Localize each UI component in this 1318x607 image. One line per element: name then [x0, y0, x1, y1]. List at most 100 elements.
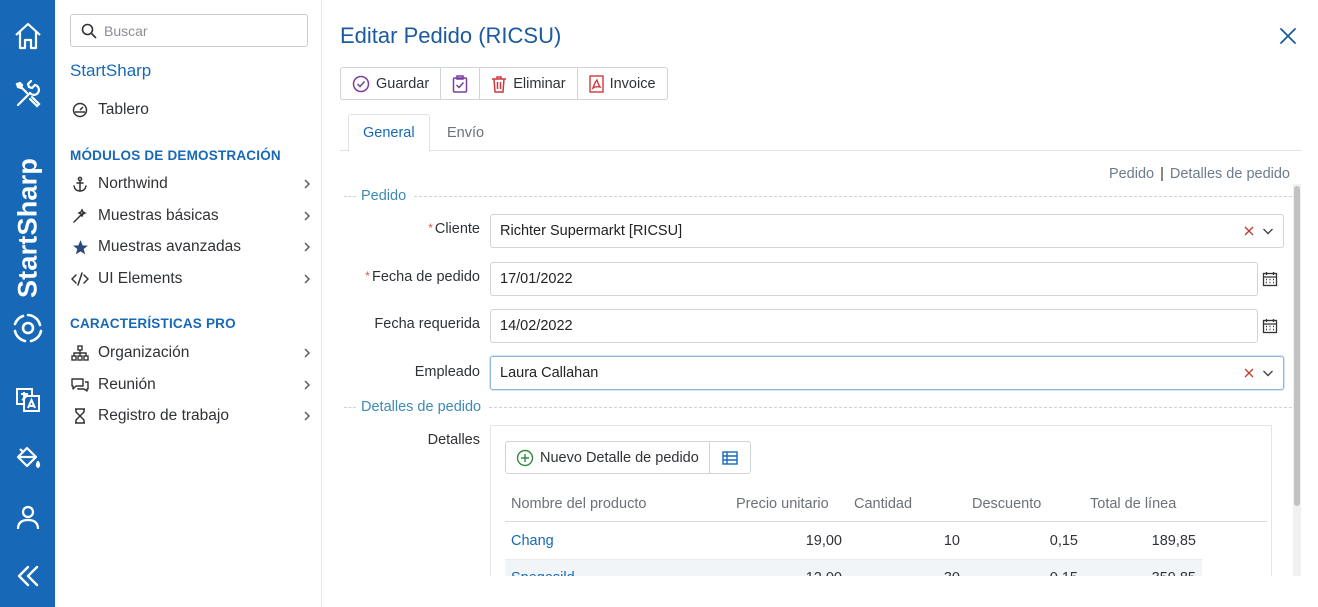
required-mark: *: [428, 221, 433, 235]
discount-cell: 0,15: [1049, 533, 1078, 549]
search-box[interactable]: [70, 14, 308, 47]
column-header-line-total[interactable]: Total de línea: [1090, 496, 1176, 512]
employee-select[interactable]: Laura Callahan: [490, 356, 1284, 390]
search-input[interactable]: [104, 22, 294, 39]
language-icon[interactable]: [0, 380, 55, 420]
sidebar-item-label: Organización: [98, 344, 190, 361]
required-date-label: Fecha requerida: [374, 316, 480, 332]
chevron-right-icon: [304, 211, 310, 221]
app-rail: StartSharp: [0, 0, 55, 607]
chevron-right-icon: [304, 348, 310, 358]
category-title-text: Detalles de pedido: [361, 399, 482, 415]
delete-button[interactable]: Eliminar: [480, 68, 578, 99]
chevron-right-icon: [304, 380, 310, 390]
save-button-label: Guardar: [376, 75, 430, 92]
customer-label: * Cliente: [322, 221, 480, 237]
chevron-down-icon[interactable]: [1262, 225, 1274, 237]
table-row[interactable]: Chang 19,00 10 0,15 189,85: [505, 523, 1202, 560]
search-icon: [81, 23, 97, 39]
dialog-tabs: General Envío: [340, 114, 1301, 152]
code-icon: [70, 269, 90, 289]
home-icon[interactable]: [0, 16, 55, 56]
customer-label-text: Cliente: [434, 221, 480, 237]
sidebar-item-label: Tablero: [98, 101, 149, 118]
order-date-label: * Fecha de pedido: [322, 269, 480, 285]
tab-shipping[interactable]: Envío: [433, 114, 498, 151]
magic-wand-icon: [70, 206, 90, 226]
required-date-input[interactable]: 14/02/2022: [490, 309, 1258, 343]
grid-toolbar: Nuevo Detalle de pedido: [505, 441, 751, 474]
sidebar-item-label: Northwind: [98, 175, 168, 192]
chevron-down-icon[interactable]: [1262, 367, 1274, 379]
form-scrollbar[interactable]: [1293, 184, 1301, 576]
category-link-separator: |: [1160, 166, 1164, 182]
star-icon: [70, 237, 90, 257]
column-header-product[interactable]: Nombre del producto: [511, 496, 646, 512]
clear-icon[interactable]: [1244, 368, 1254, 378]
employee-label: Empleado: [414, 364, 480, 380]
brand-link[interactable]: StartSharp: [70, 61, 151, 81]
sidebar-item-northwind[interactable]: Northwind: [70, 170, 313, 198]
pdf-file-icon: [588, 74, 604, 93]
sidebar-item-organization[interactable]: Organización: [70, 339, 313, 367]
sidebar-item-meeting[interactable]: Reunión: [70, 371, 313, 399]
sidebar-item-basic-samples[interactable]: Muestras básicas: [70, 202, 313, 230]
customer-select[interactable]: Richter Supermarkt [RICSU]: [490, 214, 1284, 248]
hourglass-icon: [70, 406, 90, 426]
chevron-right-icon: [304, 411, 310, 421]
trash-icon: [491, 75, 507, 93]
section-heading-demo: MÓDULOS DE DEMOSTRACIÓN: [70, 148, 281, 163]
employee-value: Laura Callahan: [500, 365, 599, 381]
anchor-icon: [70, 174, 90, 194]
clear-icon[interactable]: [1244, 226, 1254, 236]
column-picker-button[interactable]: [710, 442, 750, 473]
category-links: Pedido | Detalles de pedido: [1109, 166, 1290, 182]
sidebar-item-dashboard[interactable]: Tablero: [70, 96, 313, 124]
rail-brand-text: StartSharp: [12, 157, 43, 299]
details-label: Detalles: [427, 432, 480, 448]
chevron-right-icon: [304, 242, 310, 252]
quantity-cell: 10: [943, 533, 960, 549]
invoice-button-label: Invoice: [609, 75, 656, 92]
sidebar: StartSharp Tablero MÓDULOS DE DEMOSTRACI…: [55, 0, 322, 607]
category-link-order[interactable]: Pedido: [1109, 166, 1154, 182]
tools-icon[interactable]: [0, 75, 55, 115]
required-date-value: 14/02/2022: [500, 318, 573, 334]
apply-changes-button[interactable]: [441, 68, 481, 99]
section-heading-pro: CARACTERÍSTICAS PRO: [70, 316, 236, 331]
user-icon[interactable]: [0, 497, 55, 537]
grid-header: Nombre del producto Precio unitario Cant…: [505, 489, 1267, 522]
category-title-order: Pedido: [344, 186, 1292, 206]
column-header-discount[interactable]: Descuento: [972, 496, 1041, 512]
collapse-icon[interactable]: [0, 556, 55, 596]
order-date-input[interactable]: 17/01/2022: [490, 262, 1258, 296]
column-header-quantity[interactable]: Cantidad: [854, 496, 912, 512]
scrollbar-thumb[interactable]: [1294, 186, 1300, 506]
category-link-details[interactable]: Detalles de pedido: [1170, 166, 1290, 182]
sidebar-item-label: Reunión: [98, 376, 156, 393]
table-columns-icon: [722, 450, 738, 465]
close-icon[interactable]: [1278, 26, 1298, 46]
unit-price-cell: 19,00: [805, 533, 842, 549]
tab-general[interactable]: General: [348, 114, 430, 152]
sidebar-item-label: Muestras avanzadas: [98, 238, 242, 255]
category-title-text: Pedido: [361, 188, 407, 204]
calendar-icon[interactable]: [1262, 318, 1278, 334]
required-mark: *: [365, 269, 370, 283]
dialog-toolbar: Guardar Eliminar Invoice: [340, 67, 668, 100]
column-header-unit-price[interactable]: Precio unitario: [736, 496, 829, 512]
product-link[interactable]: Chang: [511, 533, 554, 549]
new-order-detail-button[interactable]: Nuevo Detalle de pedido: [506, 442, 710, 473]
calendar-icon[interactable]: [1262, 271, 1278, 287]
add-circle-icon: [516, 449, 534, 467]
save-button[interactable]: Guardar: [341, 68, 442, 99]
sidebar-item-advanced-samples[interactable]: Muestras avanzadas: [70, 233, 313, 261]
theme-bucket-icon[interactable]: [0, 438, 55, 478]
swirl-logo-icon: [0, 308, 55, 348]
dialog-title: Editar Pedido (RICSU): [340, 23, 562, 48]
invoice-button[interactable]: Invoice: [578, 68, 667, 99]
sidebar-item-work-log[interactable]: Registro de trabajo: [70, 402, 313, 430]
dashboard-icon: [70, 100, 90, 120]
sidebar-item-ui-elements[interactable]: UI Elements: [70, 265, 313, 293]
chevron-right-icon: [304, 274, 310, 284]
